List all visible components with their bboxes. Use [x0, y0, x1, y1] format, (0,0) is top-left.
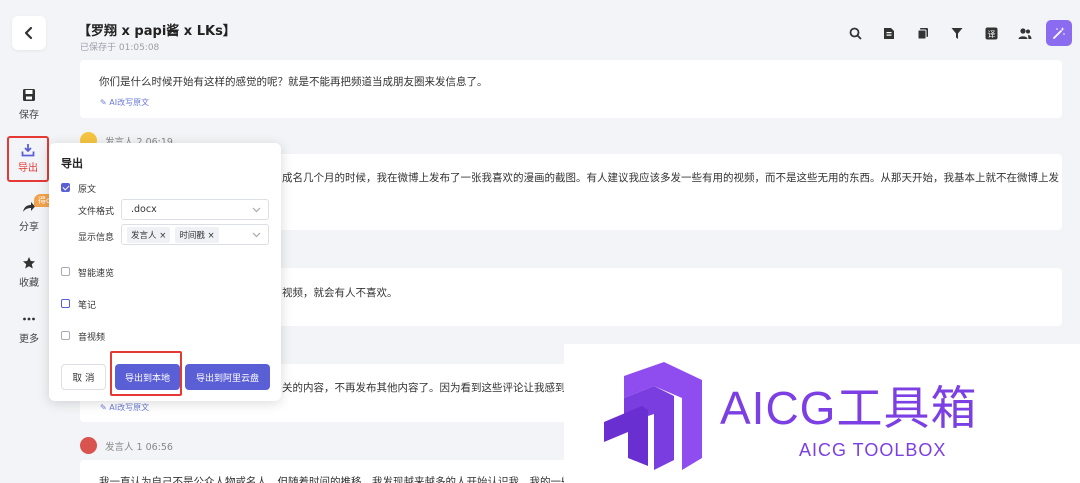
chevron-down-icon	[252, 207, 261, 213]
export-cloud-button[interactable]: 导出到阿里云盘	[185, 364, 270, 390]
transcript-text: 关的内容，不再发布其他内容了。因为看到这些评论让我感到很	[282, 382, 576, 394]
back-button[interactable]	[12, 16, 46, 50]
speaker-label: 发言人 1 06:56	[105, 441, 173, 453]
tag-speaker[interactable]: 发言人 ×	[127, 226, 171, 243]
chevron-down-icon	[252, 232, 261, 238]
transcript-text: 视频，就会有人不喜欢。	[282, 287, 398, 299]
original-label: 原文	[78, 185, 97, 195]
svg-text:译: 译	[987, 30, 995, 39]
document-button[interactable]	[872, 20, 906, 46]
more-label: 更多	[19, 334, 39, 345]
file-format-label: 文件格式	[78, 207, 115, 217]
notes-label: 笔记	[78, 301, 97, 311]
avatar	[80, 437, 97, 454]
document-title: 【罗翔 x papi酱 x LKs】	[78, 24, 236, 39]
filter-icon	[951, 27, 963, 39]
original-checkbox[interactable]	[61, 183, 70, 192]
search-button[interactable]	[838, 20, 872, 46]
ai-magic-button[interactable]	[1046, 20, 1072, 46]
copy-button[interactable]	[906, 20, 940, 46]
watermark-subtitle: AICG TOOLBOX	[799, 440, 947, 460]
transcript-text: 成名几个月的时候，我在微博上发布了一张我喜欢的漫画的截图。有人建议我应该多发一些…	[282, 172, 1059, 184]
save-button[interactable]: 保存	[0, 88, 58, 121]
export-panel-title: 导出	[61, 157, 83, 170]
saved-timestamp: 已保存于 01:05:08	[80, 43, 160, 53]
tag-timestamp[interactable]: 时间戳 ×	[175, 226, 219, 243]
audio-video-label: 音视频	[78, 333, 106, 343]
copy-icon	[917, 27, 928, 39]
export-label: 导出	[18, 163, 38, 174]
save-icon	[23, 89, 35, 101]
audio-video-checkbox[interactable]	[61, 331, 70, 340]
transcript-text: 我一直认为自己不是公众人物或名人，但随着时间的推移，我发现越来越多的人开始认识我…	[99, 476, 582, 483]
export-button[interactable]: 导出	[7, 136, 49, 182]
ai-rewrite-label: AI改写原文	[109, 403, 150, 412]
share-label: 分享	[19, 222, 39, 233]
top-toolbar: 译	[838, 20, 1072, 46]
transcript-text: 你们是什么时候开始有这样的感觉的呢？就是不能再把频道当成朋友圈来发信息了。	[99, 76, 488, 88]
star-icon	[23, 257, 35, 269]
search-icon	[849, 27, 862, 40]
chevron-left-icon	[24, 26, 33, 40]
ai-rewrite-link[interactable]: ✎ AI改写原文	[100, 97, 149, 108]
speaker-row: 发言人 1 06:56	[80, 437, 173, 454]
more-dots-icon	[23, 317, 35, 321]
cancel-button[interactable]: 取 消	[61, 364, 106, 390]
users-icon	[1018, 27, 1032, 39]
display-info-select[interactable]: 发言人 × 时间戳 ×	[121, 224, 269, 245]
translate-icon: 译	[985, 27, 997, 39]
speakers-button[interactable]	[1008, 20, 1042, 46]
notes-checkbox[interactable]	[61, 299, 70, 308]
transcript-card	[80, 60, 1062, 118]
file-format-select[interactable]: .docx	[121, 199, 269, 220]
watermark: AICG工具箱 AICG TOOLBOX	[564, 344, 1080, 483]
magic-wand-icon	[1053, 27, 1065, 39]
display-info-label: 显示信息	[78, 233, 115, 243]
filter-button[interactable]	[940, 20, 974, 46]
smart-summary-label: 智能速览	[78, 269, 115, 279]
highlight-box	[110, 351, 182, 396]
ai-rewrite-link[interactable]: ✎ AI改写原文	[100, 402, 149, 413]
watermark-title: AICG工具箱	[720, 382, 978, 434]
file-format-value: .docx	[131, 204, 157, 215]
save-label: 保存	[19, 110, 39, 121]
download-icon	[21, 144, 35, 157]
ai-rewrite-label: AI改写原文	[109, 98, 150, 107]
document-icon	[884, 27, 894, 39]
favorite-label: 收藏	[19, 278, 39, 289]
aicg-logo-icon	[604, 362, 702, 470]
smart-summary-checkbox[interactable]	[61, 267, 70, 276]
translate-button[interactable]: 译	[974, 20, 1008, 46]
